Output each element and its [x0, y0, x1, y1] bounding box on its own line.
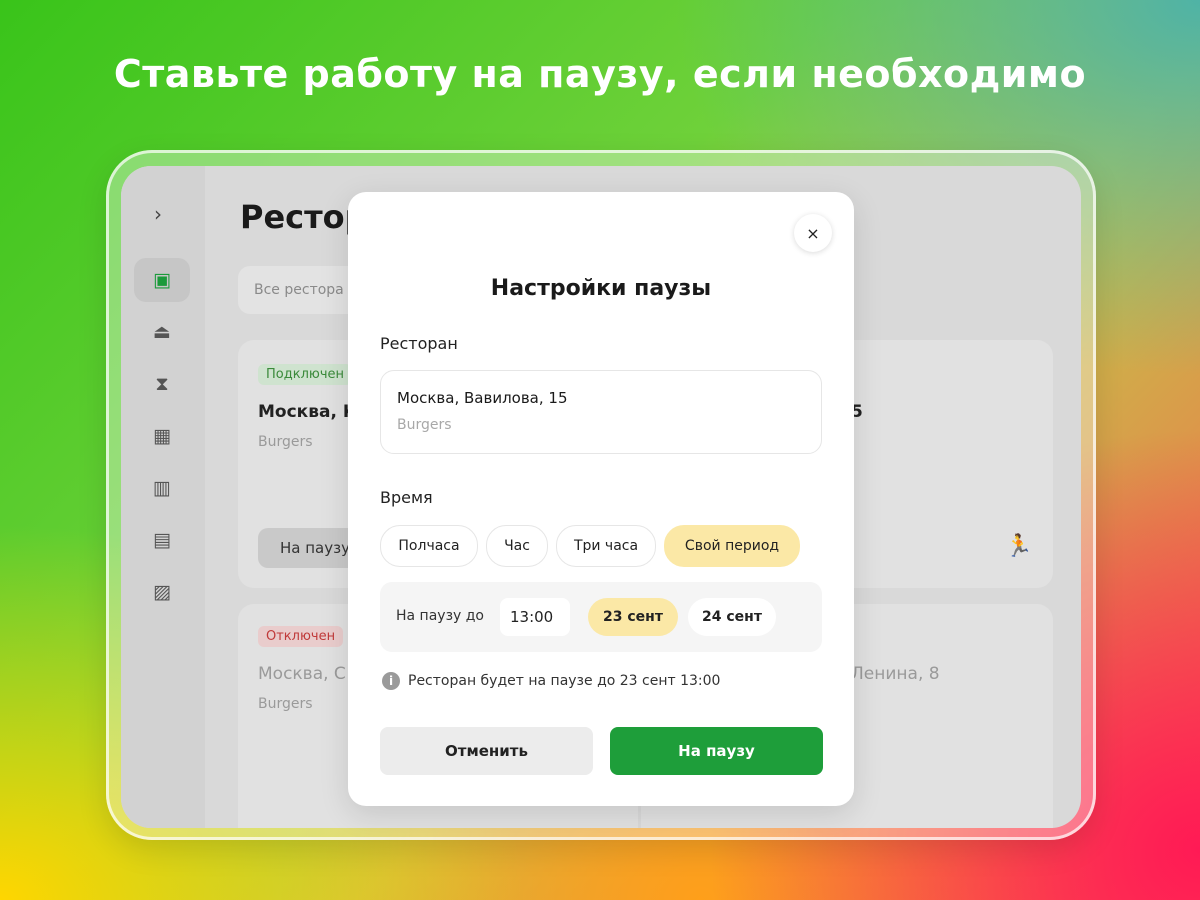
restaurant-section-label: Ресторан: [380, 334, 458, 353]
store-icon: ▣: [153, 269, 171, 291]
sidebar-item-briefcase[interactable]: ▨: [134, 570, 190, 614]
time-input[interactable]: 13:00: [500, 598, 570, 636]
confirm-pause-button[interactable]: На паузу: [610, 727, 823, 775]
calendar-icon: ▦: [153, 425, 171, 447]
sidebar-expand-icon[interactable]: ›: [154, 202, 162, 226]
chip-custom-period[interactable]: Свой период: [664, 525, 800, 567]
chip-hour[interactable]: Час: [486, 525, 548, 567]
restaurant-selector[interactable]: Москва, Вавилова, 15 Burgers: [380, 370, 822, 454]
custom-period-row: На паузу до 13:00 23 сент 24 сент: [380, 582, 822, 652]
card-cuisine: Burgers: [258, 696, 313, 712]
pause-info: i Ресторан будет на паузе до 23 сент 13:…: [382, 672, 720, 690]
map-icon: ▥: [153, 477, 171, 499]
sidebar-item-orders[interactable]: ⏏: [134, 310, 190, 354]
sidebar-item-documents[interactable]: ▤: [134, 518, 190, 562]
pause-until-label: На паузу до: [396, 608, 484, 624]
chip-three-hours[interactable]: Три часа: [556, 525, 656, 567]
close-icon: ×: [806, 223, 820, 243]
restaurant-name: Москва, Вавилова, 15: [397, 389, 568, 407]
pause-info-text: Ресторан будет на паузе до 23 сент 13:00: [408, 673, 721, 689]
briefcase-icon: ▨: [153, 581, 171, 603]
restaurant-cuisine: Burgers: [397, 417, 452, 433]
status-badge: Подключен: [258, 364, 352, 385]
sidebar-item-timing[interactable]: ⧗: [134, 362, 190, 406]
card-address: Москва, С: [258, 664, 346, 684]
pause-settings-modal: × Настройки паузы Ресторан Москва, Вавил…: [348, 192, 854, 806]
card-address: Москва, К: [258, 402, 357, 422]
cancel-button[interactable]: Отменить: [380, 727, 593, 775]
time-section-label: Время: [380, 488, 433, 507]
hourglass-icon: ⧗: [155, 373, 169, 395]
cloche-icon: ⏏: [153, 321, 171, 343]
date-chip-24[interactable]: 24 сент: [688, 598, 776, 636]
sidebar-item-restaurants[interactable]: ▣: [134, 258, 190, 302]
chip-half-hour[interactable]: Полчаса: [380, 525, 478, 567]
sidebar-item-map[interactable]: ▥: [134, 466, 190, 510]
promo-headline: Ставьте работу на паузу, если необходимо: [113, 52, 1087, 96]
status-badge: Отключен: [258, 626, 344, 647]
card-cuisine: Burgers: [258, 434, 313, 450]
info-icon: i: [382, 672, 400, 690]
date-chip-23[interactable]: 23 сент: [588, 598, 678, 636]
card-address: Ленина, 8: [851, 664, 940, 684]
sidebar: › ▣ ⏏ ⧗ ▦ ▥ ▤ ▨: [121, 166, 205, 828]
sidebar-item-schedule[interactable]: ▦: [134, 414, 190, 458]
modal-title: Настройки паузы: [490, 276, 712, 301]
document-icon: ▤: [153, 529, 171, 551]
runner-icon: 🏃: [1005, 534, 1033, 559]
close-button[interactable]: ×: [794, 214, 832, 252]
